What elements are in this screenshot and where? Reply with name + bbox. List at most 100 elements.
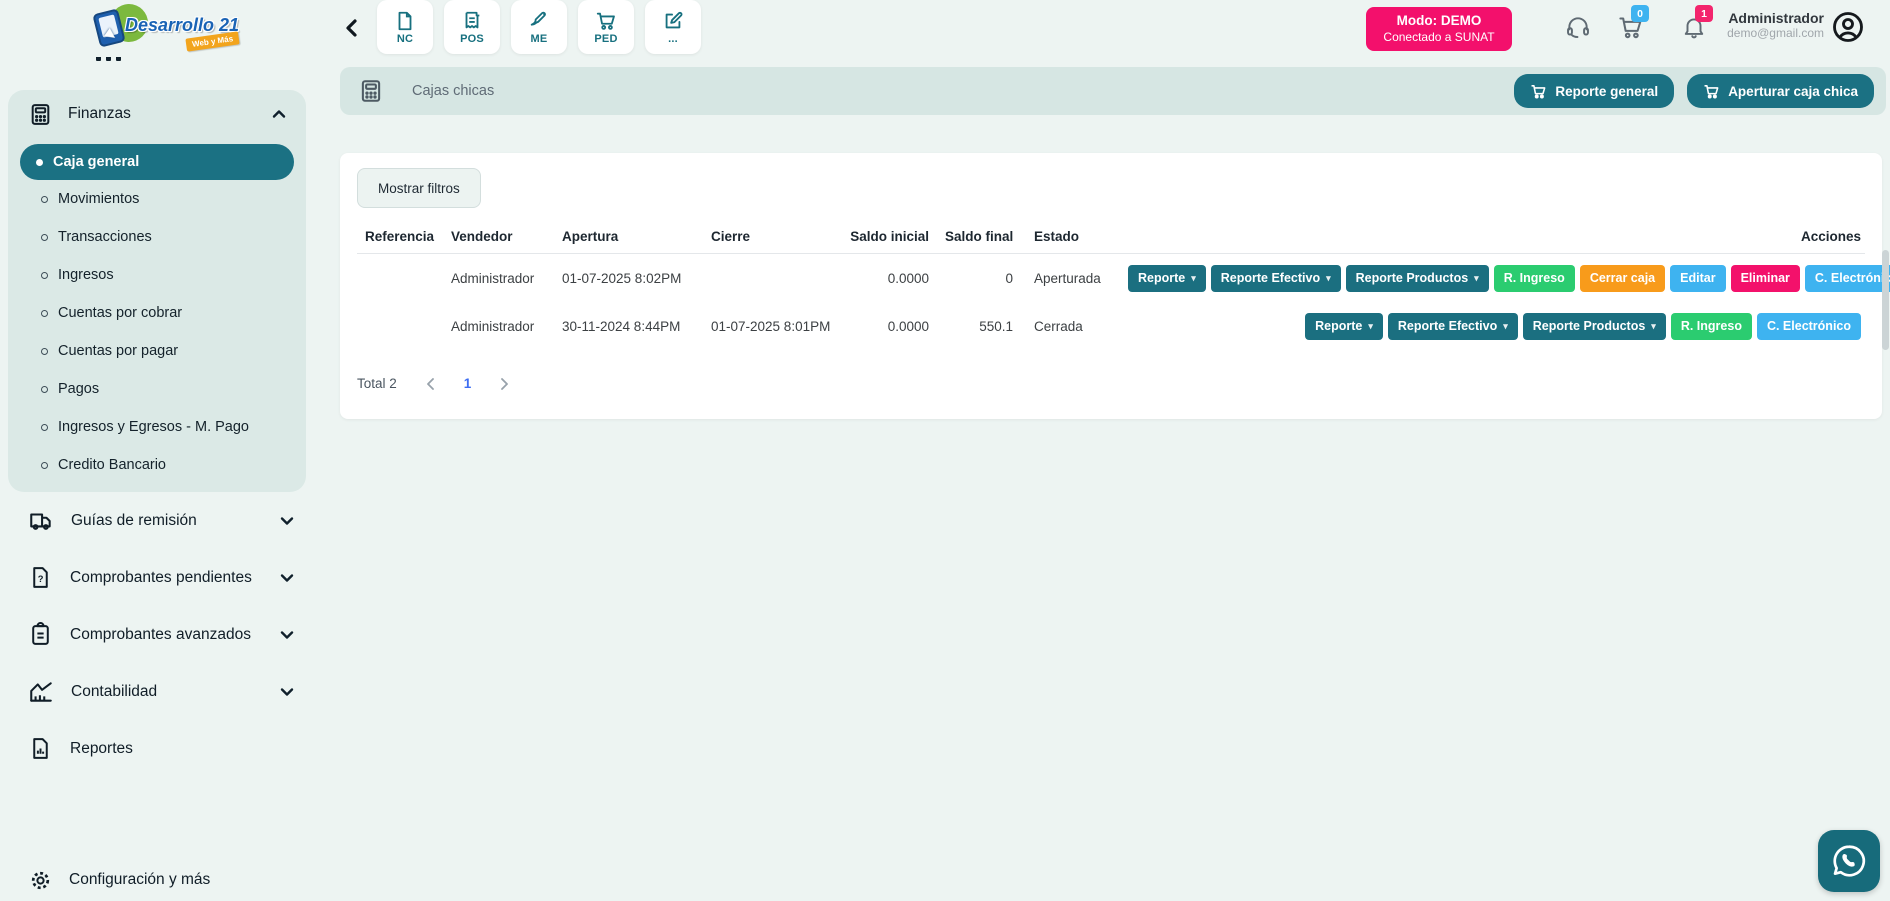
cart-button[interactable]: 0 [1617, 14, 1644, 41]
bullet-outline-icon [41, 348, 48, 355]
sidebar-item-label: Reportes [70, 740, 294, 758]
page-header-band: Cajas chicas Reporte general Aperturar c… [340, 67, 1886, 115]
c-electronico-button[interactable]: C. Electrónico [1757, 313, 1861, 340]
sidebar-item-ingresos-egresos-m-pago[interactable]: Ingresos y Egresos - M. Pago [8, 408, 306, 446]
sidebar-item-label: Configuración y más [69, 871, 210, 889]
button-label: Aperturar caja chica [1728, 84, 1858, 99]
gear-icon [28, 868, 53, 893]
cart-icon [595, 10, 617, 32]
chart-icon [28, 679, 54, 705]
sidebar-item-ingresos[interactable]: Ingresos [8, 256, 306, 294]
sidebar-item-credito-bancario[interactable]: Credito Bancario [8, 446, 306, 484]
sidebar-item-comprobantes-pendientes[interactable]: ? Comprobantes pendientes [0, 549, 316, 606]
chevron-left-icon [344, 19, 358, 37]
mode-line2: Conectado a SUNAT [1383, 30, 1494, 45]
calculator-icon [28, 102, 53, 127]
eliminar-button[interactable]: Eliminar [1731, 265, 1800, 292]
sidebar-collapse-button[interactable] [338, 14, 364, 42]
user-name: Administrador [1727, 10, 1824, 26]
sidebar-item-pagos[interactable]: Pagos [8, 370, 306, 408]
document-question-icon: ? [28, 565, 53, 590]
mode-line1: Modo: DEMO [1397, 13, 1482, 30]
shortcut-nc[interactable]: NC [377, 0, 433, 54]
column-header-acciones: Acciones [1120, 229, 1865, 244]
row-actions: Reporte Reporte Efectivo Reporte Product… [1128, 313, 1861, 340]
sidebar-item-cuentas-por-cobrar[interactable]: Cuentas por cobrar [8, 294, 306, 332]
user-email: demo@gmail.com [1727, 26, 1824, 40]
cart-icon [1703, 83, 1720, 100]
reporte-efectivo-dropdown-button[interactable]: Reporte Efectivo [1211, 265, 1341, 292]
aperturar-caja-chica-button[interactable]: Aperturar caja chica [1687, 74, 1874, 108]
mostrar-filtros-button[interactable]: Mostrar filtros [357, 168, 481, 208]
reporte-efectivo-dropdown-button[interactable]: Reporte Efectivo [1388, 313, 1518, 340]
pagination-page-1[interactable]: 1 [464, 376, 472, 391]
document-icon [394, 10, 416, 32]
r-ingreso-button[interactable]: R. Ingreso [1494, 265, 1575, 292]
sidebar-item-configuracion[interactable]: Configuración y más [0, 858, 316, 901]
avatar[interactable] [1830, 9, 1866, 45]
table-header-row: Referencia Vendedor Apertura Cierre Sald… [357, 219, 1865, 254]
sidebar-item-caja-general[interactable]: Caja general [20, 144, 294, 180]
sidebar-item-reportes[interactable]: Reportes [0, 720, 316, 777]
sidebar-item-label: Transacciones [58, 229, 152, 245]
sidebar-item-label: Comprobantes avanzados [70, 626, 280, 644]
sidebar-item-label: Cuentas por pagar [58, 343, 178, 359]
sidebar-item-transacciones[interactable]: Transacciones [8, 218, 306, 256]
shortcut-more[interactable]: ... [645, 0, 701, 54]
shortcut-pos[interactable]: POS [444, 0, 500, 54]
cell-estado: Cerrada [1021, 319, 1120, 334]
chevron-down-icon [280, 573, 294, 583]
sidebar-item-contabilidad[interactable]: Contabilidad [0, 663, 316, 720]
pagination-prev-button[interactable] [425, 377, 436, 391]
headset-icon [1565, 14, 1591, 40]
chevron-down-icon [280, 516, 294, 526]
reporte-general-button[interactable]: Reporte general [1514, 74, 1674, 108]
scrollbar-thumb[interactable] [1882, 250, 1889, 350]
bullet-outline-icon [41, 386, 48, 393]
user-menu[interactable]: Administrador demo@gmail.com [1727, 10, 1824, 40]
cell-estado: Aperturada [1021, 271, 1120, 286]
c-electronico-button[interactable]: C. Electrónico [1805, 265, 1890, 292]
shortcut-ped[interactable]: PED [578, 0, 634, 54]
sidebar: Finanzas Caja general Movimientos Transa… [0, 57, 316, 901]
sidebar-item-guias-de-remision[interactable]: Guías de remisión [0, 492, 316, 549]
sidebar-item-label: Caja general [53, 154, 139, 170]
shortcut-label: NC [397, 33, 413, 45]
sidebar-group-finanzas-header[interactable]: Finanzas [8, 96, 306, 132]
sidebar-item-label: Credito Bancario [58, 457, 166, 473]
reporte-dropdown-button[interactable]: Reporte [1128, 265, 1206, 292]
svg-text:?: ? [38, 574, 44, 584]
reporte-productos-dropdown-button[interactable]: Reporte Productos [1523, 313, 1666, 340]
support-button[interactable] [1565, 14, 1591, 40]
shortcut-label: ME [531, 33, 548, 45]
pagination-next-button[interactable] [499, 377, 510, 391]
cell-saldo-final: 0 [937, 271, 1021, 286]
sidebar-item-cuentas-por-pagar[interactable]: Cuentas por pagar [8, 332, 306, 370]
main-content: Cajas chicas Reporte general Aperturar c… [316, 57, 1890, 901]
editar-button[interactable]: Editar [1670, 265, 1725, 292]
reporte-dropdown-button[interactable]: Reporte [1305, 313, 1383, 340]
app-logo[interactable]: Desarrollo 21 Web y Más [88, 4, 248, 54]
whatsapp-button[interactable] [1818, 830, 1880, 892]
r-ingreso-button[interactable]: R. Ingreso [1671, 313, 1752, 340]
clipboard-icon [28, 622, 53, 647]
shortcut-label: ... [668, 33, 678, 45]
sidebar-item-comprobantes-avanzados[interactable]: Comprobantes avanzados [0, 606, 316, 663]
reporte-productos-dropdown-button[interactable]: Reporte Productos [1346, 265, 1489, 292]
cell-apertura: 30-11-2024 8:44PM [554, 319, 703, 334]
pen-icon [528, 10, 550, 32]
sidebar-item-label: Ingresos [58, 267, 114, 283]
pagination-total: Total 2 [357, 376, 397, 391]
page-title: Cajas chicas [412, 83, 1501, 99]
sidebar-item-label: Movimientos [58, 191, 139, 207]
shortcut-label: POS [460, 33, 484, 45]
column-header-vendedor: Vendedor [443, 229, 554, 244]
button-label: Reporte general [1555, 84, 1658, 99]
notifications-button[interactable]: 1 [1681, 14, 1707, 40]
shortcut-me[interactable]: ME [511, 0, 567, 54]
sidebar-item-movimientos[interactable]: Movimientos [8, 180, 306, 218]
cerrar-caja-button[interactable]: Cerrar caja [1580, 265, 1665, 292]
demo-mode-badge[interactable]: Modo: DEMO Conectado a SUNAT [1366, 7, 1512, 51]
bullet-outline-icon [41, 196, 48, 203]
edit-icon [662, 10, 684, 32]
